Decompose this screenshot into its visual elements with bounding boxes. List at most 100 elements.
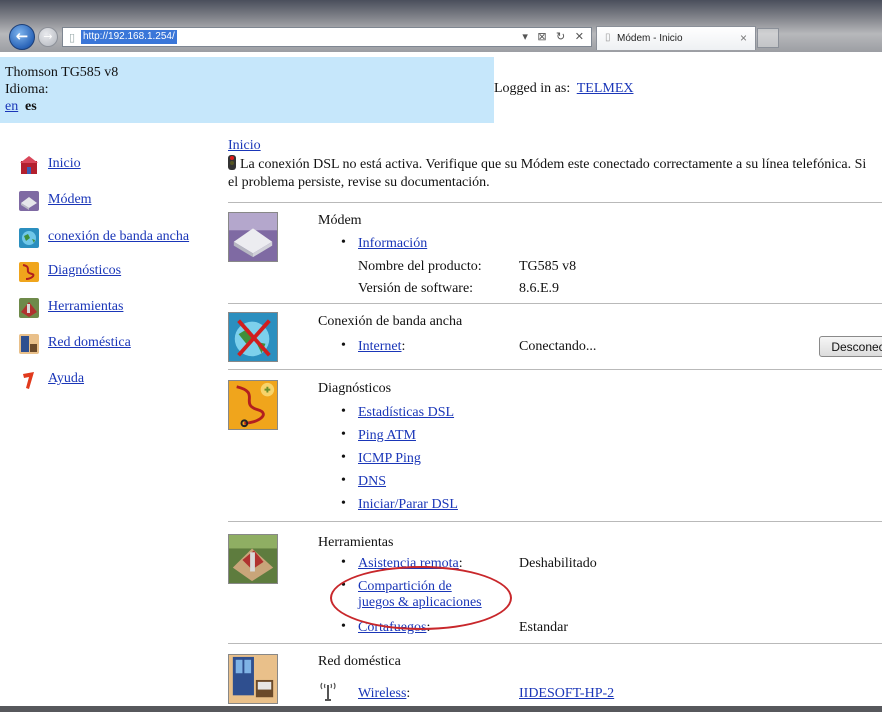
sidebar-link-modem[interactable]: Módem xyxy=(48,192,92,208)
alert-message: La conexión DSL no está activa. Verifiqu… xyxy=(228,157,867,190)
section-modem: Módem • Información Nombre del producto:… xyxy=(228,202,882,301)
globe-icon xyxy=(19,228,39,248)
firewall-label: Cortafuegos: xyxy=(358,620,430,636)
wireless-colon: : xyxy=(406,686,411,701)
link-internet[interactable]: Internet xyxy=(358,339,402,354)
url-text[interactable]: http://192.168.1.254/ xyxy=(81,30,177,44)
sidebar-link-diagnosticos[interactable]: Diagnósticos xyxy=(48,263,121,279)
breadcrumb-inicio[interactable]: Inicio xyxy=(228,138,261,154)
link-asistencia-remota[interactable]: Asistencia remota xyxy=(358,556,459,571)
tools-icon xyxy=(19,298,39,318)
internet-status: Conectando... xyxy=(519,339,597,354)
software-row: Versión de software: 8.6.E.9 xyxy=(341,280,881,300)
tab-modem-inicio[interactable]: ▯ Módem - Inicio × xyxy=(596,26,756,50)
home-network-image xyxy=(228,654,278,704)
broadband-image xyxy=(228,312,278,362)
forward-button[interactable]: → xyxy=(38,27,58,47)
wireless-label: Wireless: xyxy=(358,686,410,702)
link-cortafuegos[interactable]: Cortafuegos xyxy=(358,620,426,635)
tools-image xyxy=(228,534,278,584)
bullet: • xyxy=(341,338,346,353)
disconnect-button[interactable]: Desconectar xyxy=(819,336,882,357)
close-tab-icon[interactable]: × xyxy=(740,31,747,45)
language-label: Idioma: xyxy=(5,82,49,97)
modem-title: Módem xyxy=(318,213,362,228)
modem-image xyxy=(228,212,278,262)
sidebar-link-red-domestica[interactable]: Red doméstica xyxy=(48,335,131,351)
device-name: Thomson TG585 v8 xyxy=(5,65,119,80)
sidebar-link-banda-ancha[interactable]: conexión de banda ancha xyxy=(48,229,189,245)
wireless-antenna-icon xyxy=(320,682,336,701)
sidebar-link-herramientas[interactable]: Herramientas xyxy=(48,299,123,315)
firewall-colon: : xyxy=(426,620,431,635)
broadband-title: Conexión de banda ancha xyxy=(318,314,463,329)
home-network-icon xyxy=(19,334,39,354)
games-link-line1: Compartición de xyxy=(358,579,452,594)
product-value: TG585 v8 xyxy=(519,259,577,274)
product-row: Nombre del producto: TG585 v8 xyxy=(341,258,881,278)
sidebar-link-inicio[interactable]: Inicio xyxy=(48,156,81,172)
sidebar-link-ayuda[interactable]: Ayuda xyxy=(48,371,84,387)
bullet: • xyxy=(341,619,346,634)
internet-row: • Internet: Conectando... Desconectar xyxy=(341,336,882,358)
home-network-title: Red doméstica xyxy=(318,654,401,669)
language-es-current: es xyxy=(25,99,37,114)
link-wireless[interactable]: Wireless xyxy=(358,686,406,701)
link-icmp-ping[interactable]: ICMP Ping xyxy=(358,451,421,467)
internet-label: Internet: xyxy=(358,339,405,355)
remote-value: Deshabilitado xyxy=(519,556,597,571)
remote-row: • Asistencia remota: Deshabilitado xyxy=(341,555,881,575)
tools-title: Herramientas xyxy=(318,535,394,550)
link-estadisticas-dsl[interactable]: Estadísticas DSL xyxy=(358,405,454,421)
remote-label: Asistencia remota: xyxy=(358,556,463,572)
software-label: Versión de software: xyxy=(358,281,474,296)
modem-info-row: • Información xyxy=(341,235,881,255)
bullet: • xyxy=(341,578,346,593)
address-bar[interactable]: ▯ http://192.168.1.254/ ▾ ⊠ ↻ ✕ xyxy=(62,27,592,47)
bullet: • xyxy=(341,473,346,488)
software-value: 8.6.E.9 xyxy=(519,281,560,296)
link-iniciar-parar-dsl[interactable]: Iniciar/Parar DSL xyxy=(358,497,458,513)
diag-row: • ICMP Ping xyxy=(341,450,881,470)
user-link[interactable]: TELMEX xyxy=(577,81,634,96)
new-tab-button[interactable] xyxy=(757,28,779,48)
bullet: • xyxy=(341,427,346,442)
bullet: • xyxy=(341,450,346,465)
traffic-light-icon xyxy=(228,155,236,170)
diag-row: • Iniciar/Parar DSL xyxy=(341,496,881,516)
section-diagnostics: Diagnósticos • Estadísticas DSL • Ping A… xyxy=(228,369,882,521)
logged-in-label: Logged in as: xyxy=(494,81,571,96)
bullet: • xyxy=(341,496,346,511)
ssid-link[interactable]: IIDESOFT-HP-2 xyxy=(519,686,614,702)
page-icon: ▯ xyxy=(69,31,76,44)
bullet: • xyxy=(341,235,346,250)
bullet: • xyxy=(341,555,346,570)
taskbar-edge xyxy=(0,706,882,712)
tab-title: Módem - Inicio xyxy=(617,33,683,44)
browser-toolbar: ← → ▯ http://192.168.1.254/ ▾ ⊠ ↻ ✕ ▯ Mó… xyxy=(0,0,882,52)
product-label: Nombre del producto: xyxy=(358,259,482,274)
section-home-network: Red doméstica Wireless: IIDESOFT-HP-2 xyxy=(228,643,882,706)
logged-in-status: Logged in as: TELMEX xyxy=(494,81,633,97)
diagnostics-icon xyxy=(19,262,39,282)
section-tools: Herramientas • Asistencia remota: Deshab… xyxy=(228,521,882,643)
page-icon: ▯ xyxy=(605,32,611,43)
games-row: • Compartición de juegos & aplicaciones xyxy=(341,578,881,614)
link-ping-atm[interactable]: Ping ATM xyxy=(358,428,416,444)
internet-colon: : xyxy=(401,339,406,354)
link-comparticion-juegos[interactable]: Compartición de juegos & aplicaciones xyxy=(358,579,482,611)
games-link-line2: juegos & aplicaciones xyxy=(358,595,482,610)
address-controls[interactable]: ▾ ⊠ ↻ ✕ xyxy=(522,30,587,43)
language-en-link[interactable]: en xyxy=(5,99,18,115)
back-button[interactable]: ← xyxy=(9,24,35,50)
diagnostics-image xyxy=(228,380,278,430)
help-icon xyxy=(23,372,34,389)
link-dns[interactable]: DNS xyxy=(358,474,386,490)
link-informacion[interactable]: Información xyxy=(358,236,427,252)
diagnostics-title: Diagnósticos xyxy=(318,381,392,396)
bullet: • xyxy=(341,404,346,419)
dsl-alert: La conexión DSL no está activa. Verifiqu… xyxy=(228,155,868,192)
modem-icon xyxy=(19,191,39,211)
header-banner: Thomson TG585 v8 Idioma: en es xyxy=(0,57,494,123)
diag-row: • Ping ATM xyxy=(341,427,881,447)
